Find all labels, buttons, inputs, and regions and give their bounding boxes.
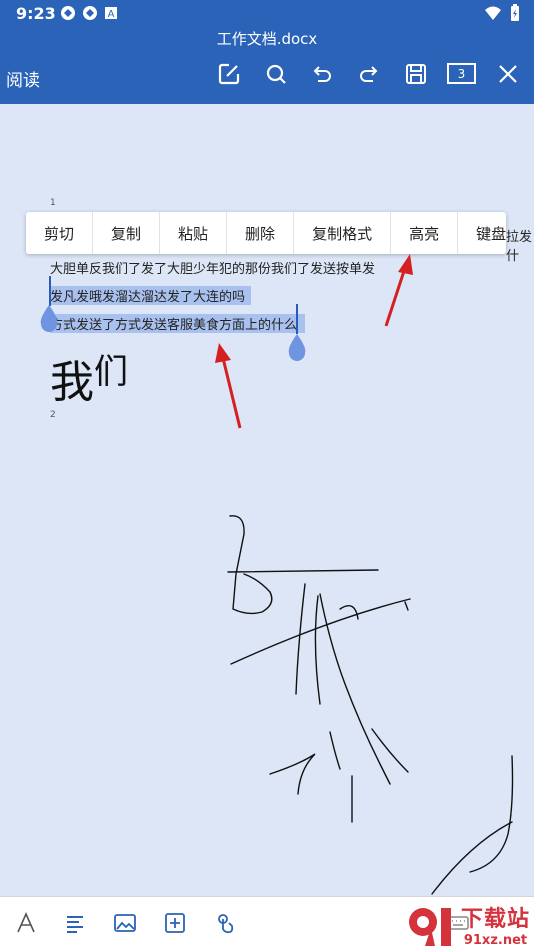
watermark: 下载站 91xz.net: [405, 901, 530, 948]
bottom-toolbar: 下载站 91xz.net: [0, 896, 534, 950]
font-icon[interactable]: [12, 909, 40, 937]
watermark-brand: 下载站: [460, 907, 530, 932]
annotation-arrows: [215, 254, 413, 429]
watermark-url: 91xz.net: [463, 933, 528, 948]
paragraph-icon[interactable]: [61, 909, 89, 937]
insert-icon[interactable]: [161, 909, 189, 937]
image-icon[interactable]: [111, 909, 139, 937]
touch-icon[interactable]: [211, 909, 239, 937]
watermark-logo-icon: [408, 907, 451, 946]
